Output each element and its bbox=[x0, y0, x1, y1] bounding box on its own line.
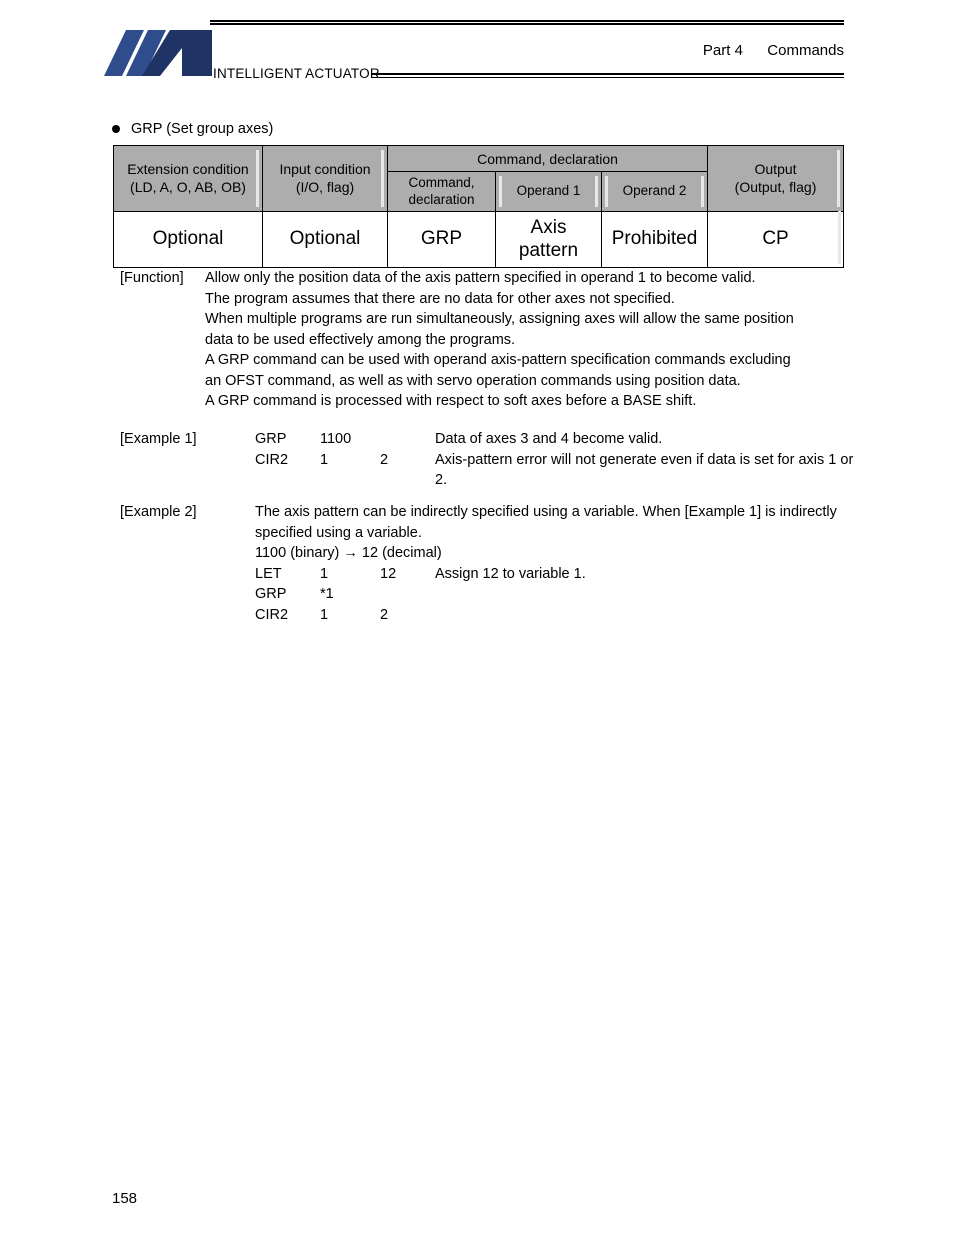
header-operand-2: Operand 2 bbox=[600, 171, 709, 212]
value-operand-1-line2: pattern bbox=[518, 239, 579, 261]
code-row: LET 1 12 Assign 12 to variable 1. bbox=[255, 564, 855, 585]
code-arg1: 1 bbox=[320, 451, 329, 468]
example-2-label: [Example 2] bbox=[120, 504, 197, 520]
code-arg1: 1 bbox=[320, 606, 329, 623]
code-arg2 bbox=[380, 429, 435, 450]
code-row: GRP *1 bbox=[255, 584, 855, 605]
example-2-paragraph: The axis pattern can be indirectly speci… bbox=[255, 504, 837, 541]
function-line: The program assumes that there are no da… bbox=[205, 290, 675, 307]
header-output: Output (Output, flag) bbox=[707, 145, 845, 212]
function-line: an OFST command, as well as with servo o… bbox=[205, 372, 741, 389]
table-value-row: Optional Optional GRP Axis pattern Prohi… bbox=[113, 211, 845, 268]
function-line: data to be used effectively among the pr… bbox=[205, 331, 516, 348]
header-rule-bottom bbox=[372, 73, 844, 78]
value-input-condition: Optional bbox=[262, 211, 388, 268]
page-header-title: Part 4 Commands bbox=[703, 42, 844, 59]
function-line: Allow only the position data of the axis… bbox=[205, 270, 756, 286]
logo-caption: INTELLIGENT ACTUATOR bbox=[213, 66, 380, 81]
page-number: 158 bbox=[112, 1190, 138, 1207]
header-operand-1: Operand 1 bbox=[495, 171, 602, 212]
value-operand-2: Prohibited bbox=[600, 211, 709, 268]
example-2-conversion: 1100 (binary) → 12 (decimal) bbox=[255, 545, 442, 561]
header-input-condition-line1: Input condition bbox=[279, 161, 371, 178]
code-arg1: *1 bbox=[320, 586, 334, 602]
header-rule-top bbox=[210, 20, 844, 25]
code-op: GRP bbox=[255, 431, 287, 447]
code-note: Axis-pattern error will not generate eve… bbox=[435, 451, 854, 489]
function-label: [Function] bbox=[120, 270, 184, 286]
section-title-text: GRP (Set group axes) bbox=[131, 121, 274, 137]
header-input-condition: Input condition (I/O, flag) bbox=[262, 145, 388, 212]
code-op: GRP bbox=[255, 586, 287, 602]
header-command-declaration-line2: declaration bbox=[408, 191, 475, 207]
header-section-label: Commands bbox=[767, 42, 844, 59]
value-extension-condition: Optional bbox=[113, 211, 263, 268]
table-header-row-1: Extension condition (LD, A, O, AB, OB) I… bbox=[113, 145, 845, 212]
section-title: GRP (Set group axes) bbox=[112, 121, 273, 137]
value-output: CP bbox=[707, 211, 845, 268]
function-line: When multiple programs are run simultane… bbox=[205, 311, 794, 327]
function-line: A GRP command can be used with operand a… bbox=[205, 352, 791, 368]
page-header: INTELLIGENT ACTUATOR Part 4 Commands bbox=[0, 0, 954, 100]
header-command-declaration-group: Command, declaration bbox=[386, 145, 709, 172]
ia-logo bbox=[104, 28, 214, 78]
header-input-condition-line2: (I/O, flag) bbox=[295, 178, 355, 195]
header-command-declaration: Command, declaration bbox=[387, 171, 496, 212]
code-arg1: 1 bbox=[320, 565, 329, 582]
bullet-icon bbox=[112, 125, 120, 133]
example-1-body: GRP 1100 Data of axes 3 and 4 become val… bbox=[255, 429, 855, 491]
code-arg2: 2 bbox=[380, 451, 389, 468]
value-command-declaration: GRP bbox=[387, 211, 496, 268]
code-note: Data of axes 3 and 4 become valid. bbox=[435, 431, 663, 447]
header-extension-condition: Extension condition (LD, A, O, AB, OB) bbox=[113, 145, 263, 212]
code-note: Assign 12 to variable 1. bbox=[435, 565, 586, 582]
header-extension-condition-line1: Extension condition bbox=[127, 161, 249, 178]
code-row: CIR2 1 2 Axis-pattern error will not gen… bbox=[255, 450, 855, 491]
code-arg2: 12 bbox=[380, 565, 397, 582]
code-op: LET bbox=[255, 565, 282, 582]
value-operand-1-line1: Axis bbox=[530, 217, 567, 239]
function-body: Allow only the position data of the axis… bbox=[205, 268, 855, 412]
header-command-declaration-line1: Command, bbox=[408, 175, 475, 191]
header-extension-condition-line2: (LD, A, O, AB, OB) bbox=[130, 178, 246, 195]
ia-logo-icon bbox=[104, 30, 212, 76]
code-op: CIR2 bbox=[255, 451, 289, 468]
example-2-body: The axis pattern can be indirectly speci… bbox=[255, 502, 855, 625]
code-row: GRP 1100 Data of axes 3 and 4 become val… bbox=[255, 429, 855, 450]
code-arg2: 2 bbox=[380, 606, 389, 623]
code-arg2 bbox=[380, 584, 435, 605]
code-row: CIR2 1 2 bbox=[255, 605, 855, 626]
code-note bbox=[435, 605, 855, 626]
command-spec-table: Extension condition (LD, A, O, AB, OB) I… bbox=[113, 145, 845, 268]
value-operand-1: Axis pattern bbox=[495, 211, 602, 268]
header-output-line2: (Output, flag) bbox=[734, 178, 817, 195]
header-output-line1: Output bbox=[754, 161, 797, 178]
code-note bbox=[435, 584, 855, 605]
function-line: A GRP command is processed with respect … bbox=[205, 393, 697, 409]
example-1-label: [Example 1] bbox=[120, 431, 197, 447]
header-part-label: Part 4 bbox=[702, 42, 743, 59]
code-op: CIR2 bbox=[255, 606, 289, 623]
code-arg1: 1100 bbox=[320, 431, 352, 447]
